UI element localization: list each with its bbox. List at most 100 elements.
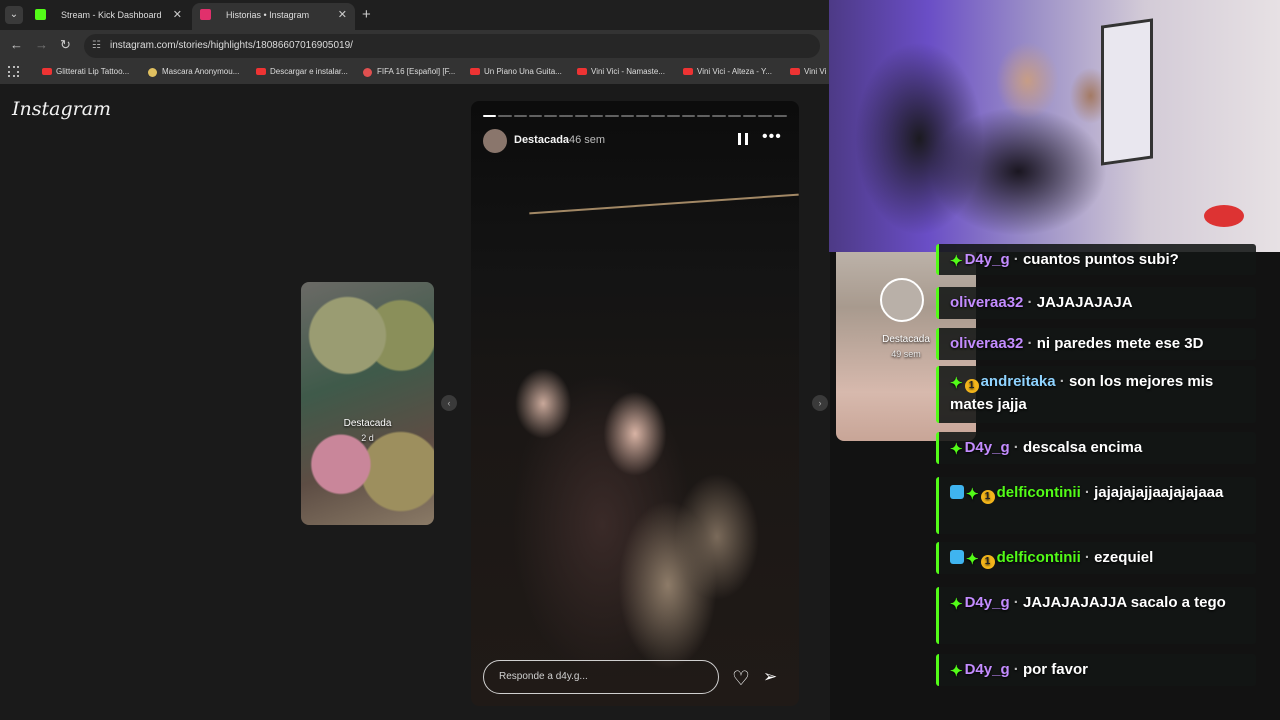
- story-progress-segment: [727, 115, 742, 117]
- bookmark-item[interactable]: Glitterati Lip Tattoo...: [42, 62, 129, 84]
- story-progress-segment: [635, 115, 650, 117]
- instagram-favicon-icon: [200, 9, 211, 20]
- story-progress-segment: [483, 115, 497, 117]
- bookmarks-bar: Glitterati Lip Tattoo... Mascara Anonymo…: [0, 62, 830, 84]
- chat-username[interactable]: D4y_g: [965, 594, 1010, 611]
- chat-username[interactable]: D4y_g: [965, 251, 1010, 268]
- url-text: instagram.com/stories/highlights/1808660…: [110, 40, 353, 51]
- bookmark-item[interactable]: Vini Vici - Namaste...: [577, 62, 665, 84]
- chat-username[interactable]: delficontinii: [997, 549, 1081, 566]
- screen: ⌄ Stream - Kick Dashboard ✕ Historias • …: [0, 0, 1280, 720]
- chat-separator: ·: [1009, 594, 1023, 611]
- chat-username[interactable]: delficontinii: [997, 484, 1081, 501]
- verified-badge-icon: ✦: [966, 551, 979, 568]
- previous-arrow-icon[interactable]: ‹: [441, 395, 457, 411]
- youtube-icon: [470, 68, 480, 75]
- bookmark-label: Vini Vici - Alteza - Y...: [697, 67, 773, 76]
- story-photo-light-strip: [529, 193, 799, 215]
- chat-separator: ·: [1023, 294, 1037, 311]
- story-viewer[interactable]: Destacada 46 sem ••• Responde a d4y.g...…: [471, 101, 799, 706]
- gold-subscriber-badge-icon: 1: [980, 490, 995, 504]
- cube-badge-icon: [950, 550, 964, 564]
- instagram-logo[interactable]: Instagram: [12, 98, 111, 120]
- story-time: 46 sem: [569, 134, 606, 146]
- story-progress-segment: [620, 115, 634, 117]
- webcam-mouse-shape: [1204, 205, 1244, 227]
- story-author[interactable]: Destacada: [514, 134, 569, 146]
- tab-title: Stream - Kick Dashboard: [61, 10, 162, 20]
- chat-text: por favor: [1022, 661, 1088, 678]
- youtube-icon: [790, 68, 800, 75]
- chat-text: ezequiel: [1094, 549, 1154, 566]
- story-progress-segment: [712, 115, 726, 117]
- forward-arrow-icon[interactable]: →: [35, 37, 48, 52]
- chat-separator: ·: [1009, 661, 1023, 678]
- chat-separator: ·: [1055, 373, 1069, 390]
- back-arrow-icon[interactable]: ←: [10, 37, 23, 52]
- story-progress-segment: [498, 115, 512, 117]
- youtube-icon: [42, 68, 52, 75]
- send-icon[interactable]: ➢: [763, 667, 777, 687]
- story-progress-segment: [605, 115, 619, 117]
- chat-message: ✦ D4y_g · JAJAJAJAJJA sacalo a tego: [936, 587, 1256, 644]
- verified-badge-icon: ✦: [950, 596, 963, 613]
- chat-separator: ·: [1080, 484, 1095, 501]
- cube-badge-icon: [950, 485, 964, 499]
- reply-input[interactable]: Responde a d4y.g...: [483, 660, 719, 694]
- chat-message: ✦ D4y_g · por favor: [936, 654, 1256, 686]
- story-progress-segment: [544, 115, 558, 117]
- more-options-icon[interactable]: •••: [762, 128, 782, 146]
- close-icon[interactable]: ✕: [338, 3, 347, 27]
- chat-message: ✦ D4y_g · cuantos puntos subi?: [936, 244, 1256, 275]
- bookmark-item[interactable]: Vini Vi: [790, 62, 826, 84]
- webcam-monitor-shape: [1101, 18, 1153, 166]
- pause-icon[interactable]: [738, 133, 750, 145]
- story-progress-segment: [513, 115, 527, 117]
- tab-kick-dashboard[interactable]: Stream - Kick Dashboard ✕: [27, 3, 190, 30]
- close-icon[interactable]: ✕: [173, 3, 182, 27]
- reload-icon[interactable]: ↻: [60, 37, 71, 53]
- story-progress-segment: [758, 115, 772, 117]
- bookmark-label: Un Piano Una Guita...: [484, 67, 562, 76]
- youtube-icon: [256, 68, 266, 75]
- site-info-icon[interactable]: ☷: [92, 34, 101, 58]
- chat-text: descalsa encima: [1022, 439, 1143, 456]
- stream-chat-overlay: ✦ D4y_g · cuantos puntos subi? oliveraa32 …: [936, 244, 1258, 692]
- next-arrow-icon[interactable]: ›: [812, 395, 828, 411]
- chat-username[interactable]: andreitaka: [981, 373, 1056, 390]
- chat-username[interactable]: D4y_g: [965, 439, 1010, 456]
- verified-badge-icon: ✦: [966, 486, 979, 503]
- tab-search-button[interactable]: ⌄: [5, 6, 23, 24]
- heart-icon[interactable]: ♡: [732, 666, 750, 691]
- story-progress-segment: [590, 115, 604, 117]
- instagram-stories-page: Instagram Destacada 2 d ‹ Destacada 46 s…: [0, 84, 830, 720]
- bookmark-label: Vini Vi: [804, 67, 827, 76]
- chat-message: oliveraa32 · JAJAJAJAJA: [936, 287, 1256, 319]
- verified-badge-icon: ✦: [950, 375, 963, 392]
- chat-message: ✦ 1 delficontinii · ezequiel: [936, 542, 1256, 574]
- chat-username[interactable]: D4y_g: [965, 661, 1010, 678]
- gold-subscriber-badge-icon: 1: [980, 555, 995, 569]
- story-progress-segment: [651, 115, 665, 117]
- chat-username[interactable]: oliveraa32: [950, 335, 1023, 352]
- tab-instagram[interactable]: Historias • Instagram ✕: [192, 3, 355, 30]
- highlight-avatar: [880, 278, 924, 322]
- chat-separator: ·: [1009, 251, 1023, 268]
- bookmark-item[interactable]: Un Piano Una Guita...: [470, 62, 562, 84]
- webcam-overlay: [829, 0, 1280, 252]
- highlight-preview-previous[interactable]: Destacada 2 d: [301, 282, 434, 525]
- bookmark-item[interactable]: Vini Vici - Alteza - Y...: [683, 62, 772, 84]
- avatar[interactable]: [483, 129, 507, 153]
- youtube-icon: [683, 68, 693, 75]
- verified-badge-icon: ✦: [950, 441, 963, 458]
- story-progress-segment: [559, 115, 573, 117]
- url-field[interactable]: ☷ instagram.com/stories/highlights/18086…: [84, 34, 820, 58]
- new-tab-icon[interactable]: +: [362, 6, 371, 23]
- bookmark-item[interactable]: FIFA 16 [Español] [F...: [363, 62, 455, 84]
- bookmark-item[interactable]: Mascara Anonymou...: [148, 62, 239, 84]
- address-toolbar: ← → ↻ ☷ instagram.com/stories/highlights…: [0, 30, 830, 62]
- tab-title: Historias • Instagram: [226, 10, 310, 20]
- apps-grid-icon[interactable]: [8, 66, 19, 77]
- bookmark-item[interactable]: Descargar e instalar...: [256, 62, 348, 84]
- chat-username[interactable]: oliveraa32: [950, 294, 1023, 311]
